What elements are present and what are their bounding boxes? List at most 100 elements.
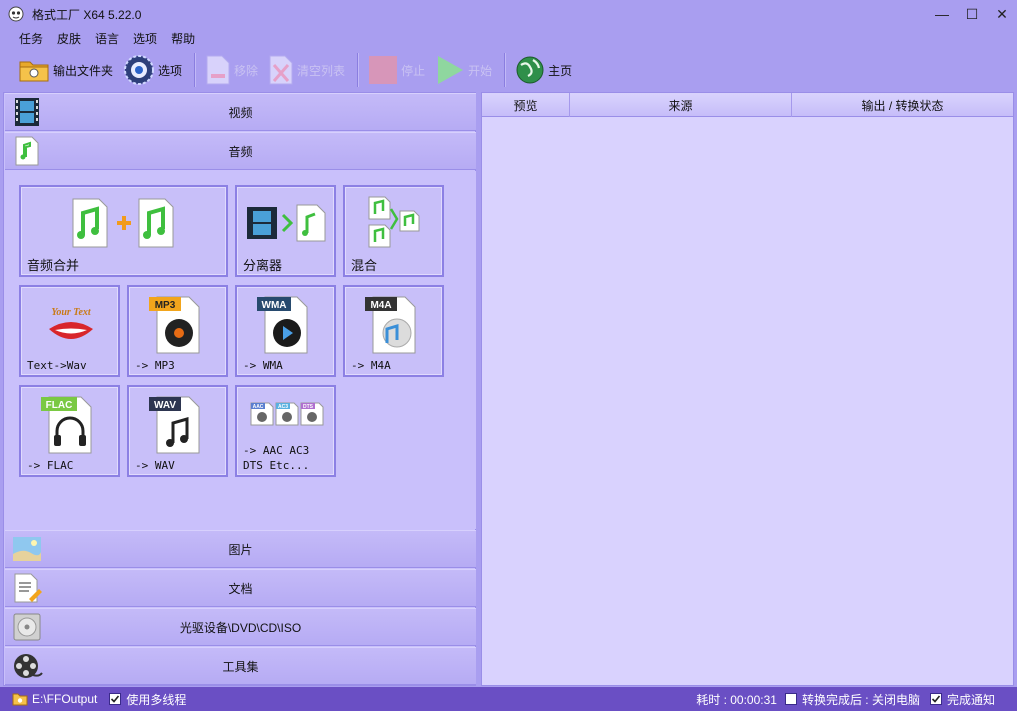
after-done-checkbox[interactable] [784, 693, 797, 705]
options-button[interactable]: 选项 [119, 52, 186, 88]
film-reel-icon [14, 654, 43, 678]
category-picture[interactable]: 图片 [5, 530, 476, 568]
checkmark-icon [111, 695, 120, 703]
maximize-button[interactable]: ☐ [957, 0, 987, 28]
gear-icon [124, 55, 155, 85]
to-other-audio-label: -> AAC AC3 DTS Etc... [243, 443, 309, 473]
category-document-label: 文档 [228, 581, 253, 596]
to-other-audio-line1: -> AAC AC3 [243, 444, 310, 457]
elapsed-time: 耗时 : 00:00:31 [696, 692, 777, 707]
after-done-label[interactable]: 转换完成后 : 关闭电脑 [802, 691, 920, 708]
to-wav-label: -> WAV [135, 459, 175, 472]
category-tools[interactable]: 工具集 [5, 647, 476, 685]
m4a-badge-text: M4A [370, 300, 391, 311]
to-m4a-tile[interactable]: M4A -> M4A [343, 285, 444, 377]
audio-joiner-label: 音频合并 [27, 258, 80, 273]
audio-splitter-label: 分离器 [243, 258, 283, 273]
category-video[interactable]: 视频 [5, 93, 476, 131]
output-folder-label: 输出文件夹 [53, 63, 114, 78]
remove-file-icon [206, 55, 230, 85]
audio-mix-tile[interactable]: 混合 [343, 185, 444, 277]
music-file-icon [15, 136, 39, 166]
category-panel: 视频 音频 音频合并 分离器 混合 Your Text Text->Wav MP… [3, 92, 476, 686]
lips-icon: Your Text [49, 307, 93, 339]
audio-splitter-tile[interactable]: 分离器 [235, 185, 336, 277]
to-other-audio-line2: DTS Etc... [243, 459, 310, 472]
notify-label: 完成通知 [946, 692, 995, 707]
clear-list-button[interactable]: 清空列表 [264, 52, 349, 88]
category-document[interactable]: 文档 [5, 569, 476, 607]
audio-mix-label: 混合 [351, 258, 378, 273]
status-bar: E:\FFOutput 使用多线程 耗时 : 00:00:31 转换完成后 : … [0, 687, 1017, 711]
toolbar-separator [504, 53, 506, 87]
column-source[interactable]: 来源 [570, 93, 792, 117]
remove-label: 移除 [234, 63, 259, 78]
play-icon [438, 56, 464, 84]
your-text-art: Your Text [51, 307, 92, 318]
menu-language[interactable]: 语言 [88, 30, 126, 47]
to-mp3-tile[interactable]: MP3 -> MP3 [127, 285, 228, 377]
remove-button[interactable]: 移除 [201, 52, 262, 88]
output-path[interactable]: E:\FFOutput [32, 692, 97, 706]
multithread-label: 使用多线程 [126, 692, 187, 707]
mp3-file-icon: MP3 [149, 296, 200, 354]
aac-badge-text: AAC [253, 404, 264, 410]
clear-list-icon [269, 55, 293, 85]
audio-tools-area: 音频合并 分离器 混合 Your Text Text->Wav MP3 -> M… [5, 171, 476, 529]
to-other-audio-tile[interactable]: AAC AC3 DTS -> AAC AC3 DTS Etc... [235, 385, 336, 477]
toolbar: 输出文件夹 选项 移除 清空列表 停止 开始 主页 [0, 50, 1017, 90]
menu-options[interactable]: 选项 [126, 30, 164, 47]
wav-file-icon: WAV [149, 396, 200, 454]
category-video-label: 视频 [228, 105, 253, 120]
task-table-header: 预览 来源 输出 / 转换状态 [482, 93, 1013, 117]
task-list-panel: 预览 来源 输出 / 转换状态 [481, 92, 1014, 686]
to-m4a-label: -> M4A [351, 359, 391, 372]
to-flac-label: -> FLAC [27, 459, 74, 472]
app-logo-icon [8, 6, 24, 22]
close-button[interactable]: ✕ [987, 0, 1017, 28]
column-preview[interactable]: 预览 [482, 93, 570, 117]
m4a-file-icon: M4A [365, 296, 416, 354]
minimize-button[interactable]: — [927, 0, 957, 28]
globe-icon [516, 56, 544, 84]
disc-drive-icon [13, 613, 41, 641]
category-audio[interactable]: 音频 [5, 132, 476, 170]
splitter-icon [247, 204, 326, 242]
category-tools-label: 工具集 [222, 659, 259, 674]
toolbar-separator [357, 53, 359, 87]
start-label: 开始 [468, 63, 493, 78]
stop-button[interactable]: 停止 [364, 52, 429, 88]
start-button[interactable]: 开始 [431, 52, 496, 88]
audio-joiner-tile[interactable]: 音频合并 [19, 185, 228, 277]
folder-icon [12, 693, 28, 706]
category-rom-device[interactable]: 光驱设备\DVD\CD\ISO [5, 608, 476, 646]
stop-label: 停止 [401, 63, 426, 78]
stop-icon [369, 56, 398, 84]
category-picture-label: 图片 [228, 542, 253, 557]
flac-badge-text: FLAC [46, 400, 73, 411]
multithread-checkbox[interactable] [109, 693, 122, 705]
checkmark-icon [931, 695, 941, 703]
to-wav-tile[interactable]: WAV -> WAV [127, 385, 228, 477]
menu-skin[interactable]: 皮肤 [50, 30, 88, 47]
film-icon [15, 98, 39, 126]
mix-icon [368, 196, 420, 248]
text-to-wav-tile[interactable]: Your Text Text->Wav [19, 285, 120, 377]
notify-checkbox[interactable] [929, 693, 942, 705]
audio-joiner-icon [72, 198, 174, 248]
clear-list-label: 清空列表 [297, 63, 346, 78]
output-folder-button[interactable]: 输出文件夹 [14, 52, 117, 88]
picture-icon [13, 537, 41, 561]
to-wma-label: -> WMA [243, 359, 283, 372]
to-flac-tile[interactable]: FLAC -> FLAC [19, 385, 120, 477]
home-label: 主页 [548, 63, 573, 78]
menu-task[interactable]: 任务 [12, 30, 50, 47]
text-to-wav-label: Text->Wav [27, 359, 87, 372]
home-button[interactable]: 主页 [511, 52, 576, 88]
menu-help[interactable]: 帮助 [164, 30, 202, 47]
wma-file-icon: WMA [257, 296, 308, 354]
wav-badge-text: WAV [154, 400, 176, 411]
toolbar-separator [194, 53, 196, 87]
column-output-status[interactable]: 输出 / 转换状态 [792, 93, 1013, 117]
to-wma-tile[interactable]: WMA -> WMA [235, 285, 336, 377]
